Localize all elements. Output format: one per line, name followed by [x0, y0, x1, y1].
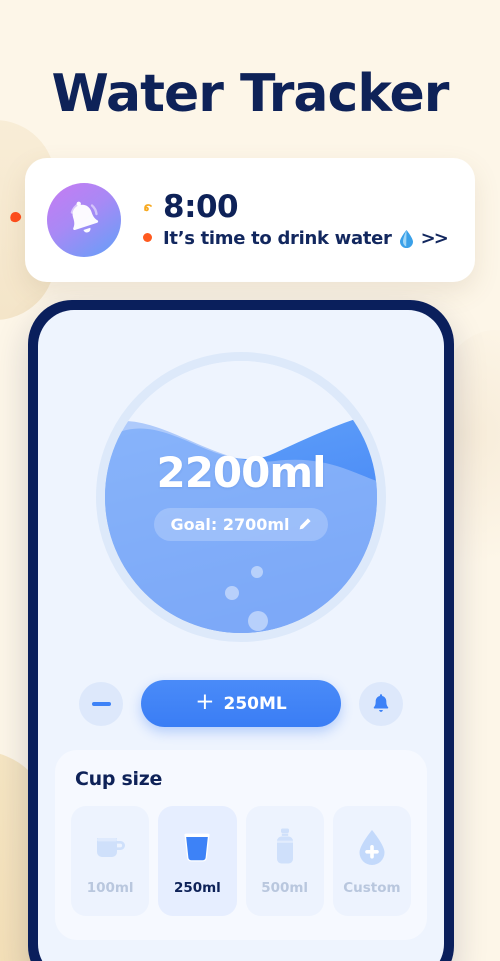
bell-icon — [373, 693, 389, 712]
cup-option-100ml[interactable]: 100ml — [71, 806, 150, 916]
cup-option-custom[interactable]: Custom — [332, 806, 411, 916]
minus-icon — [91, 701, 111, 706]
cup-size-title: Cup size — [75, 768, 163, 790]
bottle-icon — [265, 826, 305, 868]
notification-message-row: It’s time to drink water >> — [143, 223, 449, 250]
glass-icon — [177, 826, 217, 868]
add-water-label: 250ML — [223, 693, 287, 714]
phone-mockup: 2200ml Goal: 2700ml + 250ML Cup size 100… — [28, 300, 454, 961]
notification-message-wrap: It’s time to drink water >> — [163, 228, 449, 250]
cup-option-label: 500ml — [261, 880, 309, 896]
pencil-icon[interactable] — [297, 517, 312, 532]
bell-icon — [70, 201, 99, 233]
cup-option-label: Custom — [343, 880, 401, 896]
water-gauge[interactable]: 2200ml Goal: 2700ml — [96, 352, 386, 642]
water-drop-icon — [399, 230, 413, 249]
reminder-button[interactable] — [359, 681, 403, 726]
decrease-button[interactable] — [79, 681, 123, 726]
notification-card[interactable]: 8:00 It’s time to drink water >> — [25, 158, 475, 282]
water-gauge-labels: 2200ml Goal: 2700ml — [96, 352, 386, 642]
goal-pill[interactable]: Goal: 2700ml — [154, 508, 328, 541]
droplet-plus-icon — [352, 826, 392, 868]
notification-message: It’s time to drink water — [163, 228, 392, 250]
cup-option-label: 100ml — [86, 880, 134, 896]
cup-option-label: 250ml — [173, 880, 221, 896]
notification-chevrons[interactable]: >> — [421, 228, 449, 249]
cup-option-250ml[interactable]: 250ml — [158, 806, 237, 916]
notification-text-block: 8:00 It’s time to drink water >> — [143, 191, 449, 250]
plus-icon: + — [195, 689, 215, 715]
notification-avatar — [47, 183, 121, 257]
phone-screen: 2200ml Goal: 2700ml + 250ML Cup size 100… — [38, 310, 444, 961]
cup-option-500ml[interactable]: 500ml — [245, 806, 324, 916]
goal-label: Goal: 2700ml — [170, 515, 290, 534]
notification-time: 8:00 — [163, 188, 239, 225]
action-row: + 250ML — [38, 680, 444, 727]
mug-icon — [90, 826, 130, 868]
water-amount: 2200ml — [156, 448, 326, 497]
notification-time-row: 8:00 — [143, 191, 447, 224]
squiggle-icon — [144, 204, 152, 212]
cup-size-card: Cup size 100ml 250ml 500ml Custom — [55, 750, 427, 940]
orange-dot-icon — [143, 232, 152, 242]
add-water-button[interactable]: + 250ML — [141, 680, 341, 727]
cup-size-grid: 100ml 250ml 500ml Custom — [71, 806, 411, 916]
page-title: Water Tracker — [51, 64, 450, 124]
